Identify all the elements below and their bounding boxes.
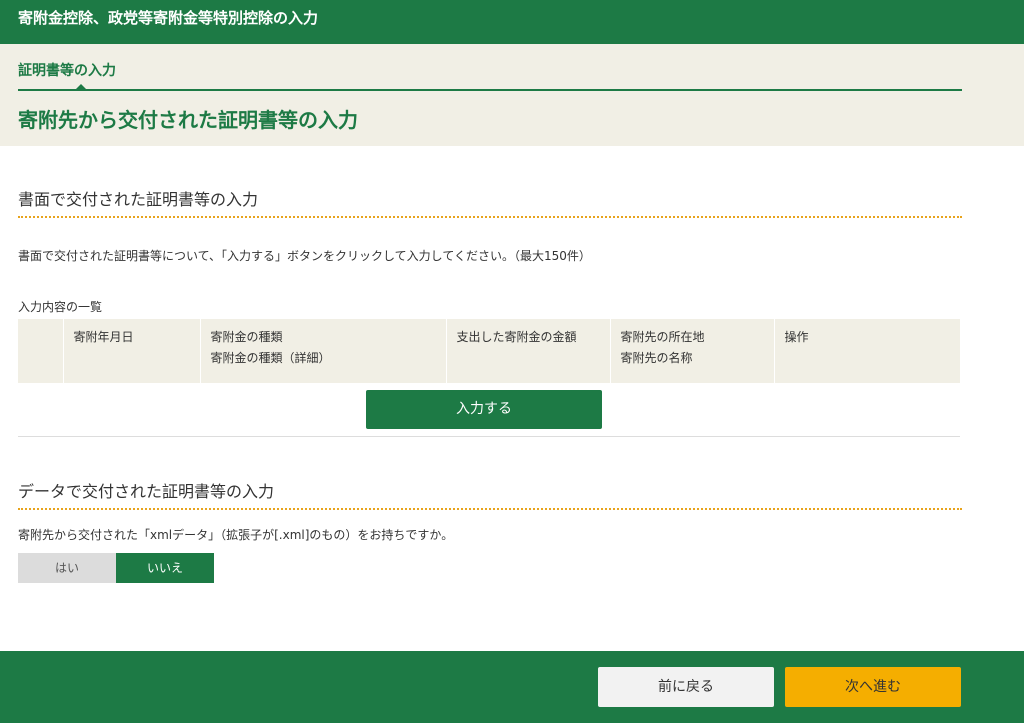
data-section-divider — [18, 508, 962, 510]
col-header-blank — [18, 319, 63, 383]
data-section-title: データで交付された証明書等の入力 — [18, 482, 275, 501]
paper-section-title: 書面で交付された証明書等の入力 — [18, 190, 259, 209]
next-button[interactable]: 次へ進む — [785, 667, 961, 707]
back-button[interactable]: 前に戻る — [598, 667, 774, 707]
col-header-operation: 操作 — [773, 319, 960, 383]
input-button[interactable]: 入力する — [366, 390, 602, 429]
table-header-row: 寄附年月日 寄附金の種類 寄附金の種類（詳細） 支出した寄附金の金額 寄附先の所在… — [18, 319, 960, 383]
breadcrumb-caret-icon — [76, 84, 86, 89]
breadcrumb-step: 証明書等の入力 — [18, 63, 116, 79]
col-header-type: 寄附金の種類 寄附金の種類（詳細） — [199, 319, 446, 383]
col-header-amount: 支出した寄附金の金額 — [445, 319, 610, 383]
footer-bar: 前に戻る 次へ進む — [0, 651, 1024, 723]
app-title-bar: 寄附金控除、政党等寄附金等特別控除の入力 — [0, 0, 1024, 44]
paper-section-divider — [18, 216, 962, 218]
section-separator — [18, 436, 960, 437]
app-title: 寄附金控除、政党等寄附金等特別控除の入力 — [18, 9, 319, 27]
breadcrumb-divider — [18, 89, 962, 91]
xml-question: 寄附先から交付された「xmlデータ」（拡張子が[.xml]のもの）をお持ちですか… — [18, 528, 454, 542]
col-header-recipient: 寄附先の所在地 寄附先の名称 — [609, 319, 774, 383]
paper-section-description: 書面で交付された証明書等について、「入力する」ボタンをクリックして入力してくださ… — [18, 249, 591, 263]
page-header: 証明書等の入力 寄附先から交付された証明書等の入力 — [0, 44, 1024, 146]
page-title: 寄附先から交付された証明書等の入力 — [18, 108, 358, 132]
col-header-date: 寄附年月日 — [62, 319, 200, 383]
option-no-button[interactable]: いいえ — [116, 553, 214, 583]
list-label: 入力内容の一覧 — [18, 300, 103, 314]
option-yes-button[interactable]: はい — [18, 553, 116, 583]
entries-table: 寄附年月日 寄附金の種類 寄附金の種類（詳細） 支出した寄附金の金額 寄附先の所在… — [18, 319, 960, 383]
